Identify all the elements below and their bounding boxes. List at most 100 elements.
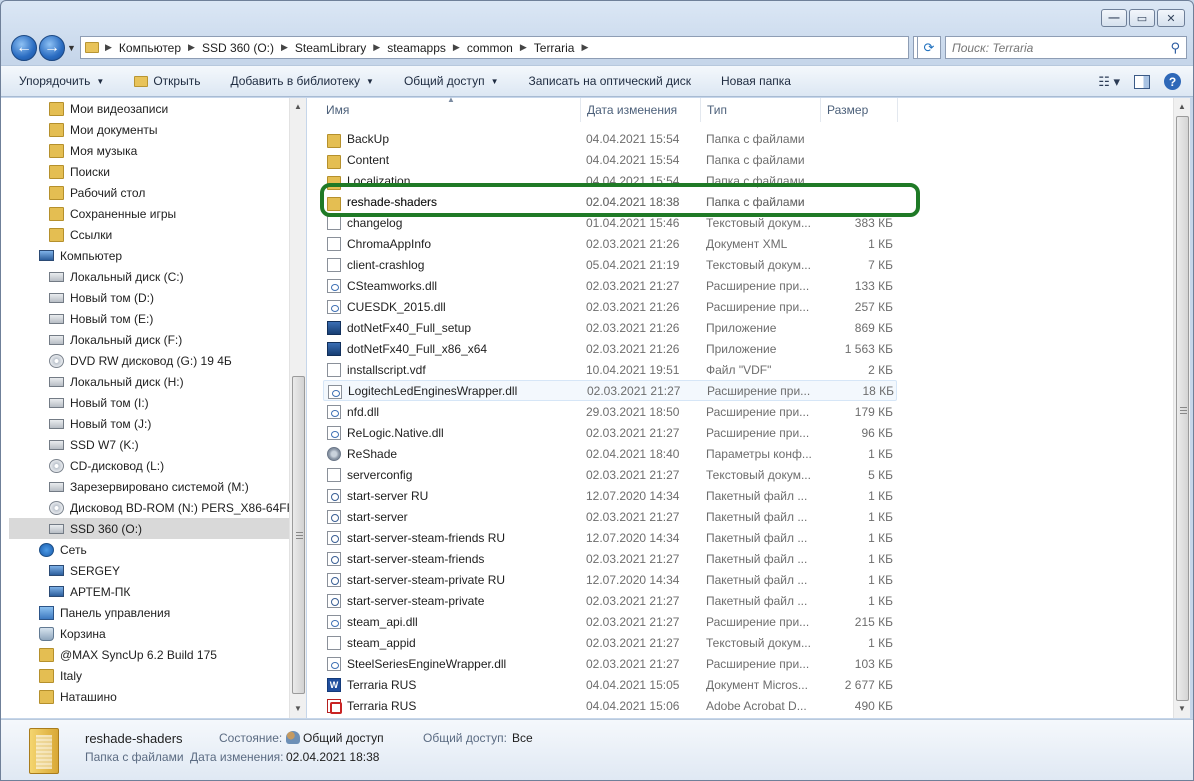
file-row[interactable]: start-server-steam-friends RU 12.07.2020 … — [323, 527, 897, 548]
sidebar-item[interactable]: Панель управления — [39, 602, 289, 623]
file-row[interactable]: start-server-steam-private 02.03.2021 21:… — [323, 590, 897, 611]
sidebar-item[interactable]: Локальный диск (F:) — [49, 329, 289, 350]
sidebar-item[interactable]: CD-дисковод (L:) — [49, 455, 289, 476]
sidebar-item[interactable]: Корзина — [39, 623, 289, 644]
sidebar-item[interactable]: Рабочий стол — [49, 182, 289, 203]
breadcrumb-item[interactable]: common — [467, 41, 513, 55]
burn-button[interactable]: Записать на оптический диск — [528, 74, 691, 88]
scroll-down-icon[interactable]: ▼ — [294, 704, 302, 713]
file-row[interactable]: BackUp 04.04.2021 15:54 Папка с файлами — [323, 128, 897, 149]
sidebar-item[interactable]: Локальный диск (H:) — [49, 371, 289, 392]
chevron-right-icon[interactable]: ▶ — [520, 42, 527, 53]
file-row[interactable]: Content 04.04.2021 15:54 Папка с файлами — [323, 149, 897, 170]
file-row[interactable]: ChromaAppInfo 02.03.2021 21:26 Документ XM… — [323, 233, 897, 254]
maximize-button[interactable]: ▭ — [1129, 9, 1155, 27]
sidebar-item[interactable]: Локальный диск (C:) — [49, 266, 289, 287]
close-button[interactable]: ✕ — [1157, 9, 1185, 27]
column-name[interactable]: Имя — [326, 103, 349, 117]
file-row[interactable]: LogitechLedEnginesWrapper.dll 02.03.2021 … — [323, 380, 897, 401]
file-row[interactable]: start-server 02.03.2021 21:27 Пакетный фай… — [323, 506, 897, 527]
file-row[interactable]: installscript.vdf 10.04.2021 19:51 Файл "V… — [323, 359, 897, 380]
file-row[interactable]: SteelSeriesEngineWrapper.dll 02.03.2021 2… — [323, 653, 897, 674]
file-row[interactable]: Terraria RUS 04.04.2021 15:06 Adobe Acroba… — [323, 695, 897, 716]
chevron-right-icon[interactable]: ▶ — [281, 42, 288, 53]
scroll-thumb[interactable] — [292, 376, 305, 694]
scroll-up-icon[interactable]: ▲ — [1178, 102, 1186, 111]
breadcrumb-item[interactable]: Terraria — [534, 41, 575, 55]
sidebar-item[interactable]: АРТЕМ-ПК — [49, 581, 289, 602]
breadcrumb-item[interactable]: SSD 360 (O:) — [202, 41, 274, 55]
sidebar-item[interactable]: Сеть — [39, 539, 289, 560]
back-button[interactable]: ← — [11, 35, 37, 61]
sidebar-item[interactable]: Новый том (D:) — [49, 287, 289, 308]
file-row[interactable]: client-crashlog 05.04.2021 21:19 Текстовый… — [323, 254, 897, 275]
search-input[interactable] — [952, 40, 1152, 55]
sidebar-item[interactable]: Моя музыка — [49, 140, 289, 161]
sidebar-item[interactable]: Мои документы — [49, 119, 289, 140]
file-row[interactable]: start-server RU 12.07.2020 14:34 Пакетный … — [323, 485, 897, 506]
help-icon[interactable]: ? — [1164, 73, 1181, 90]
sidebar-item[interactable]: Новый том (I:) — [49, 392, 289, 413]
file-list-scrollbar[interactable]: ▲ ▼ — [1173, 98, 1190, 718]
sidebar-item[interactable]: Ссылки — [49, 224, 289, 245]
chevron-right-icon[interactable]: ▶ — [453, 42, 460, 53]
forward-button[interactable]: → — [39, 35, 65, 61]
file-row[interactable]: start-server-steam-private RU 12.07.2020 … — [323, 569, 897, 590]
open-button[interactable]: Открыть — [134, 74, 200, 88]
scroll-thumb[interactable] — [1176, 116, 1189, 701]
recent-pages-chevron-icon[interactable]: ▼ — [67, 43, 76, 53]
sidebar-item[interactable]: SSD 360 (O:) — [9, 518, 289, 539]
breadcrumb-item[interactable]: Компьютер — [119, 41, 181, 55]
sidebar-item[interactable]: Мои видеозаписи — [49, 98, 289, 119]
preview-pane-icon[interactable] — [1134, 74, 1150, 89]
sidebar-item[interactable]: Зарезервировано системой (M:) — [49, 476, 289, 497]
navigation-scrollbar[interactable]: ▲ ▼ — [289, 98, 306, 718]
sidebar-item[interactable]: Сохраненные игры — [49, 203, 289, 224]
new-folder-button[interactable]: Новая папка — [721, 74, 791, 88]
file-row[interactable]: dotNetFx40_Full_x86_x64 02.03.2021 21:26 П… — [323, 338, 897, 359]
file-row[interactable]: Localization 04.04.2021 15:54 Папка с файл… — [323, 170, 897, 191]
sidebar-item[interactable]: @MAX SyncUp 6.2 Build 175 — [39, 644, 289, 665]
sidebar-item[interactable]: SERGEY — [49, 560, 289, 581]
sidebar-item[interactable]: Дисковод BD-ROM (N:) PERS_X86-64FRE_ — [49, 497, 305, 518]
refresh-icon[interactable]: ⟳ — [917, 36, 941, 59]
share-button[interactable]: Общий доступ ▼ — [404, 74, 499, 88]
file-row[interactable]: nfd.dll 29.03.2021 18:50 Расширение при...… — [323, 401, 897, 422]
add-to-library-button[interactable]: Добавить в библиотеку ▼ — [230, 74, 373, 88]
column-date[interactable]: Дата изменения — [587, 103, 677, 117]
file-row[interactable]: steam_api.dll 02.03.2021 21:27 Расширение … — [323, 611, 897, 632]
chevron-right-icon[interactable]: ▶ — [105, 42, 112, 53]
chevron-right-icon[interactable]: ▶ — [581, 42, 588, 53]
search-icon[interactable]: ⚲ — [1170, 40, 1180, 56]
sidebar-item[interactable]: Новый том (J:) — [49, 413, 289, 434]
scroll-up-icon[interactable]: ▲ — [294, 102, 302, 111]
sidebar-item[interactable]: Новый том (E:) — [49, 308, 289, 329]
sidebar-item[interactable]: DVD RW дисковод (G:) 19 4Б — [49, 350, 289, 371]
breadcrumb-item[interactable]: steamapps — [387, 41, 446, 55]
file-row[interactable]: dotNetFx40_Full_setup 02.03.2021 21:26 При… — [323, 317, 897, 338]
file-row[interactable]: steam_appid 02.03.2021 21:27 Текстовый док… — [323, 632, 897, 653]
selected-file-row[interactable]: reshade-shaders 02.04.2021 18:38 Папка с ф… — [323, 191, 897, 212]
chevron-right-icon[interactable]: ▶ — [188, 42, 195, 53]
chevron-right-icon[interactable]: ▶ — [373, 42, 380, 53]
address-bar[interactable]: ▶ Компьютер ▶ SSD 360 (O:) ▶ SteamLibrary ▶ st… — [80, 36, 909, 59]
file-row[interactable]: serverconfig 02.03.2021 21:27 Текстовый до… — [323, 464, 897, 485]
file-row[interactable]: ReShade 02.04.2021 18:40 Параметры конф...… — [323, 443, 897, 464]
file-row[interactable]: ReLogic.Native.dll 02.03.2021 21:27 Расшир… — [323, 422, 897, 443]
file-row[interactable]: W Terraria RUS 04.04.2021 15:05 Документ Mi… — [323, 674, 897, 695]
sidebar-item[interactable]: Компьютер — [39, 245, 289, 266]
breadcrumb-item[interactable]: SteamLibrary — [295, 41, 366, 55]
view-options-icon[interactable]: ☷ ▾ — [1098, 74, 1120, 90]
sidebar-item[interactable]: Наташино — [39, 686, 289, 707]
file-row[interactable]: CSteamworks.dll 02.03.2021 21:27 Расширени… — [323, 275, 897, 296]
minimize-button[interactable]: — — [1101, 9, 1127, 27]
sidebar-item[interactable]: Italy — [39, 665, 289, 686]
file-row[interactable]: changelog 01.04.2021 15:46 Текстовый докум… — [323, 212, 897, 233]
search-box[interactable]: ⚲ — [945, 36, 1187, 59]
file-row[interactable]: CUESDK_2015.dll 02.03.2021 21:26 Расширени… — [323, 296, 897, 317]
sidebar-item[interactable]: Поиски — [49, 161, 289, 182]
file-row[interactable]: start-server-steam-friends 02.03.2021 21:… — [323, 548, 897, 569]
column-size[interactable]: Размер — [827, 103, 868, 117]
column-type[interactable]: Тип — [707, 103, 727, 117]
organize-button[interactable]: Упорядочить ▼ — [19, 74, 104, 88]
